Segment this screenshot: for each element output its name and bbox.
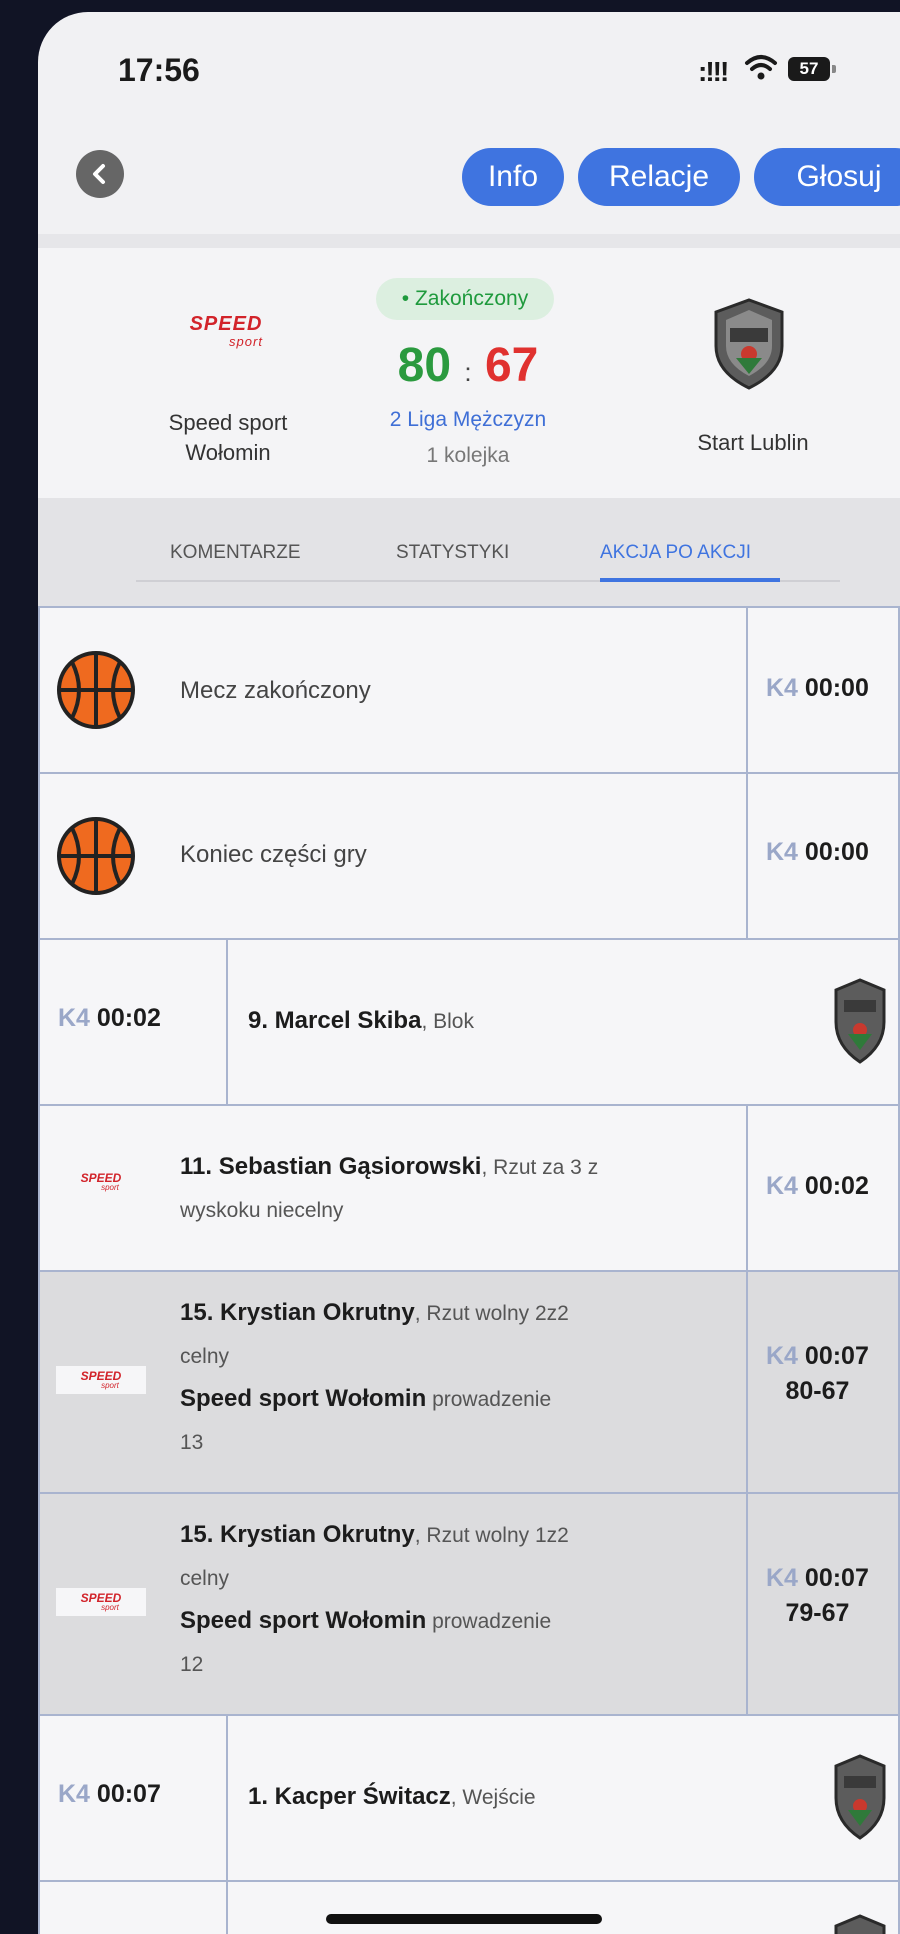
wifi-icon [745,55,777,80]
event-time: K4 00:00 [766,674,869,702]
list-item: SPEED sport 15. Krystian Okrutny, Rzut w… [38,1272,900,1494]
basketball-icon [57,651,135,729]
away-team-crest-icon [834,1754,886,1840]
event-time: K4 00:07 [58,1780,161,1808]
list-item: K4 00:07 1. Kacper Świtacz, Wejście [38,1716,900,1882]
league-link[interactable]: 2 Liga Mężczyzn [338,408,598,432]
tab-akcja-po-akcji[interactable]: AKCJA PO AKCJI [600,542,751,564]
tab-statystyki[interactable]: STATYSTYKI [396,542,509,564]
home-team-mini-logo: SPEED sport [56,1366,146,1394]
event-text: 11. Sebastian Gąsiorowski, Rzut za 3 z w… [180,1153,599,1222]
match-score: 80 : 67 [368,338,568,393]
list-item: SPEED sport 15. Krystian Okrutny, Rzut w… [38,1494,900,1716]
app-screen: 17:56 :!!! 57 Info Relacje Głosuj SPEED … [38,12,900,1934]
chevron-left-icon [93,164,105,184]
event-text: 1. Kacper Świtacz, Wejście [248,1783,536,1810]
home-team-mini-logo: SPEED sport [80,1171,122,1192]
status-bar: 17:56 :!!! 57 [38,12,900,130]
tab-bar: KOMENTARZE STATYSTYKI AKCJA PO AKCJI [38,498,900,606]
home-score: 80 [397,339,452,392]
event-time: K4 00:02 [766,1172,869,1200]
home-team-name[interactable]: Speed sport Wołomin [128,408,328,468]
play-by-play-list: Mecz zakończony K4 00:00 Koniec części g… [38,606,900,1934]
event-text: 15. Krystian Okrutny, Rzut wolny 1z2 cel… [180,1521,569,1676]
home-team-logo[interactable]: SPEED sport [156,314,296,348]
event-text: 9. Marcel Skiba, Blok [248,1007,474,1034]
event-time: K4 00:07 79-67 [766,1564,869,1627]
match-status-badge: • Zakończony [376,278,554,320]
glosuj-button[interactable]: Głosuj [754,148,900,206]
event-time: K4 00:00 [766,838,869,866]
away-team-crest-icon [834,1914,886,1934]
score-separator: : [464,357,472,387]
event-text: Koniec części gry [180,841,367,868]
list-item: Koniec części gry K4 00:00 [38,774,900,940]
tab-komentarze[interactable]: KOMENTARZE [170,542,301,564]
match-header: SPEED sport Speed sport Wołomin • Zakońc… [38,248,900,498]
away-score: 67 [484,339,539,392]
event-text: Mecz zakończony [180,677,371,704]
signal-icon: :!!! [698,56,729,87]
divider [38,234,900,248]
list-item [38,1882,900,1934]
event-score: 80-67 [785,1377,850,1405]
away-team-crest-icon [834,978,886,1064]
back-button[interactable] [76,150,124,198]
event-time: K4 00:02 [58,1004,161,1032]
status-time: 17:56 [118,52,200,88]
battery-icon: 57 [788,57,836,81]
info-button[interactable]: Info [462,148,564,206]
away-team-name[interactable]: Start Lublin [668,428,838,458]
event-time: K4 00:07 80-67 [766,1342,869,1405]
round-label: 1 kolejka [426,444,510,467]
relacje-button[interactable]: Relacje [578,148,740,206]
away-team-logo[interactable] [706,294,792,392]
home-team-mini-logo: SPEED sport [56,1588,146,1616]
list-item: K4 00:02 9. Marcel Skiba, Blok [38,940,900,1106]
event-score: 79-67 [785,1599,850,1627]
event-text: 15. Krystian Okrutny, Rzut wolny 2z2 cel… [180,1299,569,1454]
list-item: SPEED sport 11. Sebastian Gąsiorowski, R… [38,1106,900,1272]
tab-active-indicator [600,578,780,582]
home-indicator[interactable] [326,1914,602,1924]
basketball-icon [57,817,135,895]
list-item: Mecz zakończony K4 00:00 [38,606,900,774]
